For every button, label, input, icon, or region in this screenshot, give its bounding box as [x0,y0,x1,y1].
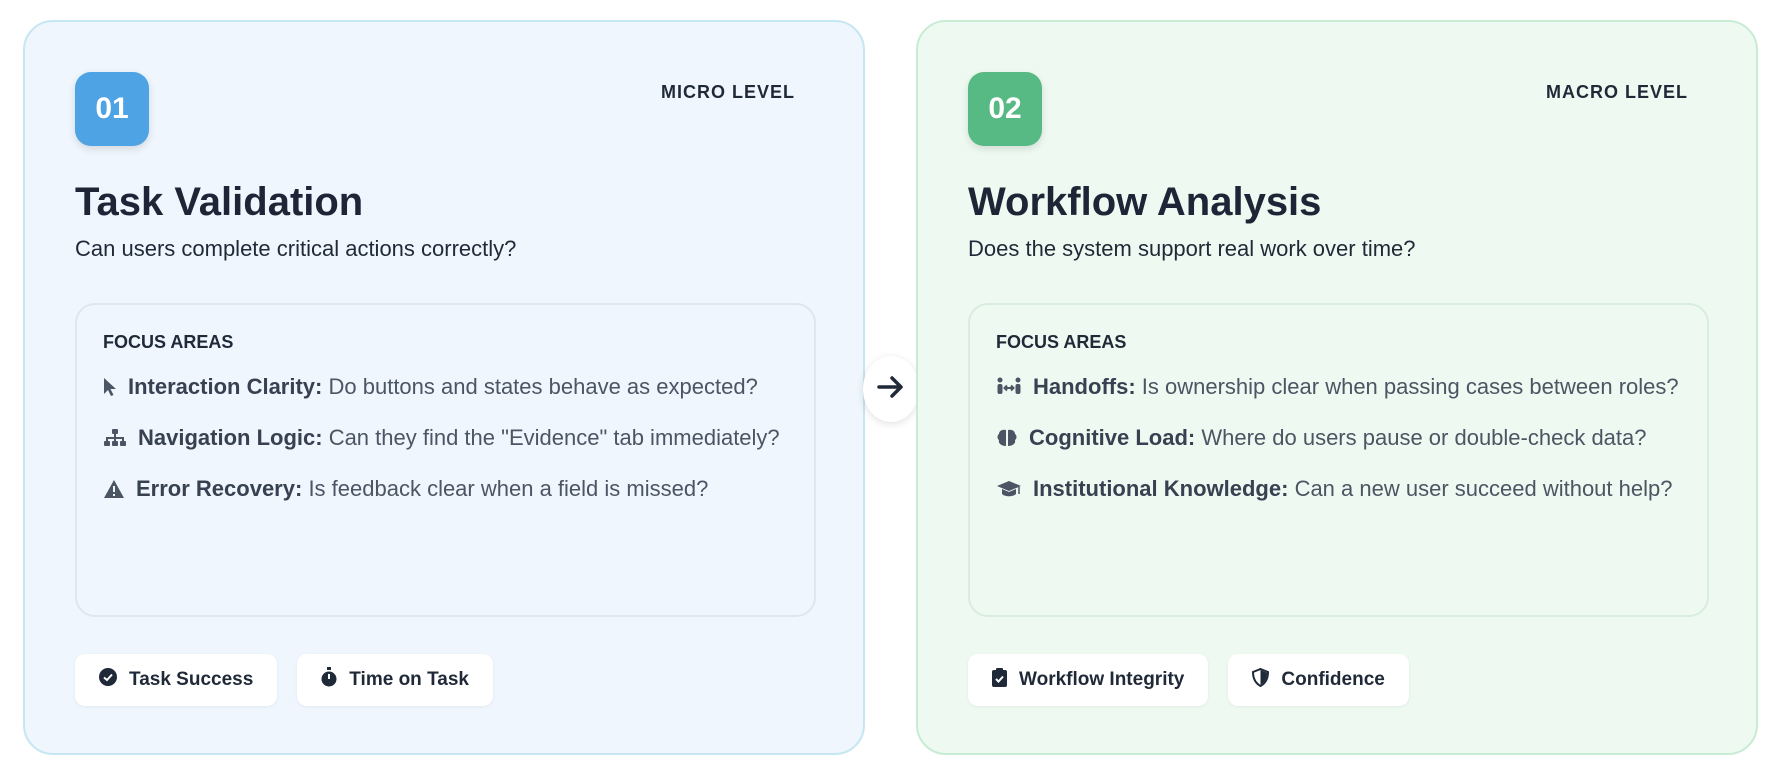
stopwatch-icon [321,667,337,693]
step-number-badge: 02 [968,72,1042,146]
focus-areas-panel: FOCUS AREAS Interaction Clarity: Do butt… [75,303,816,617]
focus-areas-heading: FOCUS AREAS [103,332,234,352]
focus-item-label: Error Recovery: [136,476,303,501]
graduation-cap-icon [996,473,1022,505]
card-title: Task Validation [75,180,364,224]
metric-pill-workflow-integrity: Workflow Integrity [968,654,1209,706]
focus-item: Cognitive Load: Where do users pause or … [996,422,1681,454]
step-number-badge: 01 [75,72,149,146]
focus-item-text: Do buttons and states behave as expected… [328,374,758,399]
focus-item-label: Handoffs: [1033,374,1136,399]
shield-icon [1252,667,1270,693]
cursor-icon [103,371,117,403]
micro-level-card: 01 MICRO LEVEL Task Validation Can users… [23,20,865,755]
focus-item-label: Navigation Logic: [138,425,323,450]
focus-areas-panel: FOCUS AREAS Handoffs: Is ownership clear… [968,303,1709,617]
focus-item: Handoffs: Is ownership clear when passin… [996,371,1681,403]
connector-arrow [863,356,919,422]
metric-pill-label: Task Success [129,669,254,690]
metric-pill-confidence: Confidence [1228,654,1409,706]
focus-item-text: Is feedback clear when a field is missed… [308,476,709,501]
card-title: Workflow Analysis [968,180,1322,224]
focus-item: Institutional Knowledge: Can a new user … [996,473,1681,505]
level-label: MICRO LEVEL [660,82,795,102]
focus-item-text: Can they find the "Evidence" tab immedia… [328,425,780,450]
warning-icon [103,473,125,505]
metric-pill-label: Workflow Integrity [1019,669,1185,690]
focus-item-text: Is ownership clear when passing cases be… [1141,374,1679,399]
focus-item-label: Institutional Knowledge: [1033,476,1289,501]
focus-item: Error Recovery: Is feedback clear when a… [103,473,788,505]
card-subtitle: Can users complete critical actions corr… [75,236,517,261]
card-subtitle: Does the system support real work over t… [968,236,1416,261]
metric-pills: Workflow Integrity Confidence [968,654,1409,706]
focus-item-text: Can a new user succeed without help? [1294,476,1673,501]
metric-pill-task-success: Task Success [75,654,278,706]
focus-item-text: Where do users pause or double-check dat… [1201,425,1647,450]
focus-item: Interaction Clarity: Do buttons and stat… [103,371,788,403]
metric-pills: Task Success Time on Task [75,654,493,706]
macro-level-card: 02 MACRO LEVEL Workflow Analysis Does th… [916,20,1758,755]
focus-item: Navigation Logic: Can they find the "Evi… [103,422,788,454]
metric-pill-label: Confidence [1281,669,1385,690]
check-circle-icon [99,668,117,692]
focus-areas-heading: FOCUS AREAS [996,332,1127,352]
sitemap-icon [103,422,127,454]
people-arrows-icon [996,371,1022,403]
brain-icon [996,422,1018,454]
focus-item-label: Interaction Clarity: [128,374,323,399]
level-label: MACRO LEVEL [1545,82,1688,102]
metric-pill-time-on-task: Time on Task [297,654,493,706]
clipboard-check-icon [992,667,1007,693]
metric-pill-label: Time on Task [349,669,469,690]
arrow-right-icon [877,375,905,404]
focus-item-label: Cognitive Load: [1029,425,1196,450]
